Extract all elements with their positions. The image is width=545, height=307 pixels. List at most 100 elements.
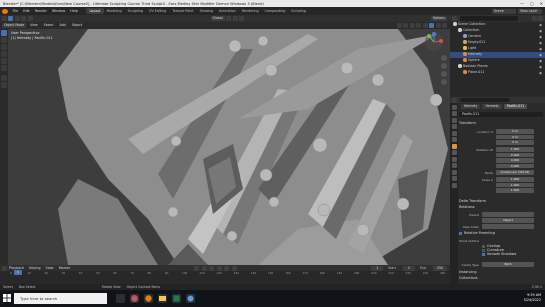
eye-icon[interactable]: ◉ bbox=[539, 53, 542, 57]
annotate-tool-icon[interactable] bbox=[1, 75, 7, 81]
outliner-search-input[interactable] bbox=[459, 16, 518, 21]
breadcrumb-object[interactable]: Pacific.011 bbox=[503, 104, 528, 109]
solid-shading-icon[interactable] bbox=[429, 23, 434, 28]
cursor-tool-icon[interactable] bbox=[1, 37, 7, 43]
rotation-y-field[interactable]: 0.000 bbox=[496, 158, 534, 163]
app-icon-chrome[interactable] bbox=[130, 294, 139, 303]
frame-cursor[interactable]: 1 bbox=[14, 270, 22, 275]
gizmo-icon[interactable] bbox=[403, 23, 408, 28]
play-icon[interactable] bbox=[216, 265, 222, 271]
scale-z-field[interactable]: 1.000 bbox=[496, 188, 534, 193]
pass-index-field[interactable] bbox=[482, 224, 534, 229]
start-frame-field[interactable]: 1 bbox=[402, 265, 415, 271]
overlay-icon[interactable] bbox=[409, 23, 415, 28]
rotation-x-field[interactable]: 0.000 bbox=[496, 152, 534, 158]
rotation-z-field[interactable]: 0.000 bbox=[496, 163, 534, 169]
constraints-tab-icon[interactable] bbox=[451, 169, 457, 175]
scale-tool-icon[interactable] bbox=[1, 58, 7, 64]
timeline-ruler[interactable]: 0 10 20 30 40 50 60 70 80 90 100 110 120 130 140 150 160… bbox=[10, 271, 450, 276]
app-icon-paint[interactable] bbox=[186, 294, 195, 303]
rotation-w-field[interactable]: 1.000 bbox=[496, 147, 534, 152]
select-subtract-icon[interactable] bbox=[27, 16, 33, 21]
keying-menu[interactable]: Keying bbox=[27, 266, 43, 270]
camera-view-icon[interactable] bbox=[441, 71, 447, 77]
transform-panel-header[interactable]: Transform bbox=[459, 121, 543, 125]
eye-icon[interactable]: ◉ bbox=[539, 71, 542, 75]
orientation-dropdown[interactable]: Global bbox=[210, 16, 225, 21]
select-box-icon[interactable] bbox=[8, 16, 13, 21]
menu-help[interactable]: Help bbox=[68, 9, 81, 13]
particles-tab-icon[interactable] bbox=[451, 156, 457, 162]
tab-animation[interactable]: Animation bbox=[216, 8, 239, 14]
material-tab-icon[interactable] bbox=[451, 182, 457, 188]
eye-icon[interactable]: ◉ bbox=[539, 59, 542, 63]
breadcrumb-helmety-data[interactable]: Helmety bbox=[482, 104, 502, 109]
pivot-icon[interactable] bbox=[226, 16, 232, 21]
scale-y-field[interactable]: 1.000 bbox=[496, 182, 534, 188]
view-layer-selector[interactable]: View Layer bbox=[518, 8, 542, 14]
view-menu-timeline[interactable]: View bbox=[43, 266, 56, 270]
3d-viewport[interactable] bbox=[8, 29, 450, 265]
perspective-toggle-icon[interactable] bbox=[441, 79, 447, 85]
tab-shading[interactable]: Shading bbox=[197, 8, 216, 14]
wireframe-shading-icon[interactable] bbox=[422, 23, 428, 28]
location-y-field[interactable]: 0 m bbox=[496, 134, 534, 140]
collections-panel[interactable]: Collections bbox=[459, 276, 543, 280]
tab-uv-editing[interactable]: UV Editing bbox=[146, 8, 169, 14]
menu-edit[interactable]: Edit bbox=[21, 9, 33, 13]
new-collection-icon[interactable] bbox=[538, 16, 543, 21]
current-frame-field[interactable]: 1 bbox=[371, 265, 384, 271]
close-button[interactable]: ✕ bbox=[540, 1, 543, 6]
material-shading-icon[interactable] bbox=[435, 23, 441, 28]
eye-icon[interactable]: ◉ bbox=[539, 29, 542, 33]
location-z-field[interactable]: 0 m bbox=[496, 140, 534, 145]
cavity-type-dropdown[interactable]: Both bbox=[482, 262, 534, 267]
properties-search-input[interactable] bbox=[459, 97, 510, 103]
object-menu[interactable]: Object bbox=[70, 23, 84, 28]
eye-icon[interactable]: ◉ bbox=[539, 41, 542, 45]
pan-icon[interactable] bbox=[441, 63, 447, 69]
rotate-tool-icon[interactable] bbox=[1, 51, 7, 57]
parent-type-dropdown[interactable]: Object bbox=[482, 218, 534, 223]
world-tab-icon[interactable] bbox=[451, 137, 457, 142]
location-x-field[interactable]: 0 m bbox=[496, 129, 534, 134]
tab-compositing[interactable]: Compositing bbox=[262, 8, 289, 14]
scale-x-field[interactable]: 1.000 bbox=[496, 177, 534, 182]
select-tool-icon[interactable] bbox=[1, 30, 7, 36]
outliner-item[interactable]: Plane.011 ◉ bbox=[450, 70, 545, 76]
end-frame-field[interactable]: 250 bbox=[433, 265, 447, 271]
view-layer-tab-icon[interactable] bbox=[451, 124, 457, 129]
taskbar-search-input[interactable]: Type here to search bbox=[14, 293, 107, 304]
physics-tab-icon[interactable] bbox=[451, 163, 457, 168]
eye-icon[interactable]: ◉ bbox=[539, 35, 542, 39]
task-view-icon[interactable] bbox=[116, 294, 125, 303]
select-extend-icon[interactable] bbox=[21, 16, 26, 21]
tab-texture-paint[interactable]: Texture Paint bbox=[169, 8, 196, 14]
snap-icon[interactable] bbox=[232, 16, 238, 21]
select-mode-icon[interactable] bbox=[14, 16, 20, 21]
object-name-field[interactable]: Pacific.011 bbox=[459, 112, 543, 117]
view-menu[interactable]: View bbox=[28, 23, 40, 28]
eye-icon[interactable]: ◉ bbox=[539, 47, 542, 51]
editor-type-icon[interactable] bbox=[1, 16, 7, 21]
tab-scripting[interactable]: Scripting bbox=[288, 8, 309, 14]
measure-tool-icon[interactable] bbox=[1, 82, 7, 88]
modifier-tab-icon[interactable] bbox=[451, 150, 457, 155]
object-tab-icon[interactable] bbox=[451, 143, 457, 149]
parent-field[interactable] bbox=[482, 212, 534, 217]
render-tab-icon[interactable] bbox=[451, 111, 457, 116]
transform-tool-icon[interactable] bbox=[1, 65, 7, 71]
next-keyframe-icon[interactable] bbox=[224, 265, 230, 271]
menu-window[interactable]: Window bbox=[49, 9, 67, 13]
outliner-display-icon[interactable] bbox=[451, 16, 457, 21]
tab-sculpting[interactable]: Sculpting bbox=[125, 8, 146, 14]
proportional-edit-icon[interactable] bbox=[239, 16, 245, 21]
maximize-button[interactable]: ▢ bbox=[530, 1, 534, 6]
scene-selector[interactable]: Scene bbox=[492, 8, 516, 14]
jump-end-icon[interactable] bbox=[231, 265, 237, 271]
prev-keyframe-icon[interactable] bbox=[201, 265, 207, 271]
data-tab-icon[interactable] bbox=[451, 176, 457, 181]
delta-transform-panel[interactable]: Delta Transform bbox=[459, 199, 543, 203]
filter-icon[interactable] bbox=[531, 16, 537, 21]
tab-modeling[interactable]: Modeling bbox=[104, 8, 125, 14]
